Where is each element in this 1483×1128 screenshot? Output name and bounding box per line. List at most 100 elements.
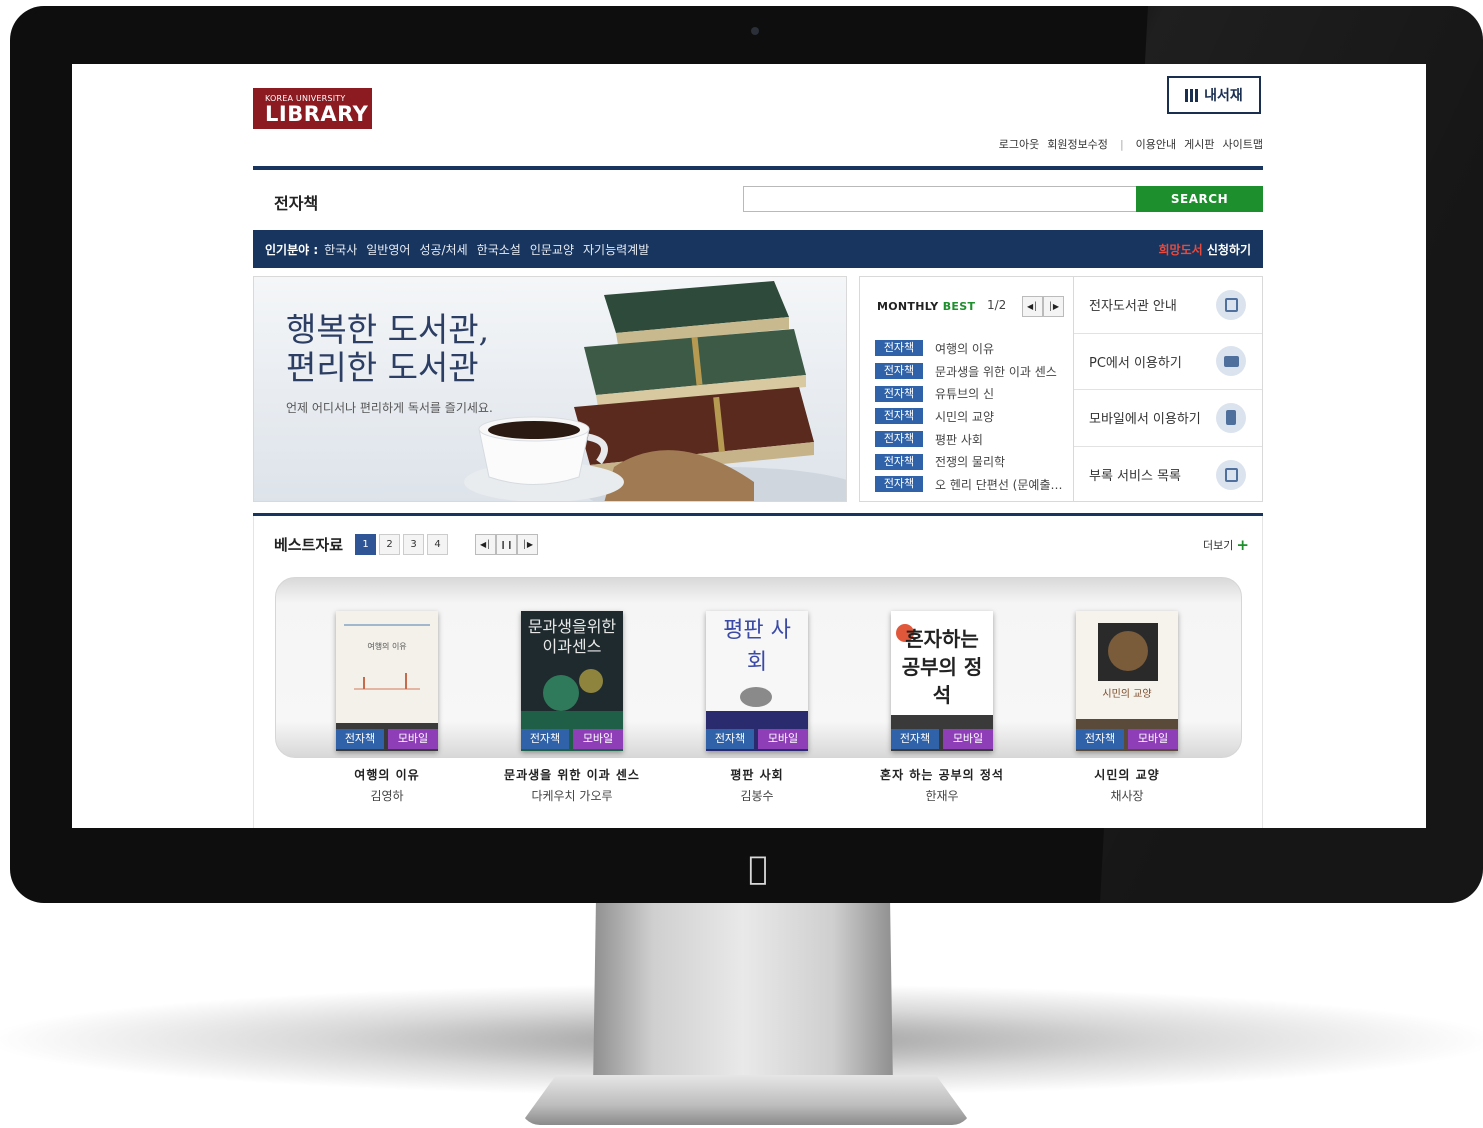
logout-link[interactable]: 로그아웃 [999,136,1039,152]
plus-icon: + [1236,536,1249,554]
popular-topic[interactable]: 한국사 [324,241,357,258]
cover-title: 혼자하는 공부의 정석 [901,627,983,707]
guide-item-label: 전자도서관 안내 [1089,299,1177,315]
main-banner[interactable]: 행복한 도서관, 편리한 도서관 언제 어디서나 편리하게 독서를 즐기세요. [253,276,847,502]
book-author: 채사장 [1110,789,1144,803]
utility-links: 로그아웃 회원정보수정 | 이용안내 게시판 사이트맵 [999,136,1263,152]
ebook-tag: 전자책 [336,729,384,749]
book-title[interactable]: 여행의 이유 [295,766,479,783]
ebook-tag: 전자책 [875,431,923,448]
book-title[interactable]: 혼자 하는 공부의 정석 [850,766,1034,783]
list-item[interactable]: 전자책 여행의 이유 [875,337,1067,360]
guide-item-label: 부록 서비스 목록 [1089,469,1181,485]
book-caption: 문과생을 위한 이과 센스다케우치 가오루 [480,766,664,804]
carousel-controls: ◀│ ❙❙ │▶ [475,534,538,555]
ebook-tag: 전자책 [521,729,569,749]
library-logo[interactable]: KOREA UNIVERSITY LIBRARY [253,88,372,129]
monthly-label: MONTHLY [877,300,943,313]
mobile-tag: 모바일 [388,729,438,749]
list-item[interactable]: 전자책 평판 사회 [875,428,1067,451]
sitemap-link[interactable]: 사이트맵 [1223,136,1263,152]
popular-topic[interactable]: 한국소설 [477,241,521,258]
edit-profile-link[interactable]: 회원정보수정 [1047,136,1108,152]
ebook-tag: 전자책 [875,408,923,425]
board-link[interactable]: 게시판 [1184,136,1214,152]
best-item-title: 시민의 교양 [935,409,995,424]
page-button[interactable]: 4 [427,534,448,555]
mobile-tag: 모바일 [758,729,808,749]
mobile-icon [1216,402,1246,433]
search-button[interactable]: SEARCH [1136,186,1263,212]
monthly-best-nav: ◀│ │▶ [1022,296,1064,317]
book-request-text: 신청하기 [1202,242,1251,257]
my-library-button[interactable]: 내서재 [1167,76,1261,114]
guide-item-mobile[interactable]: 모바일에서 이용하기 [1074,390,1262,447]
banner-title-line1: 행복한 도서관, [286,310,490,349]
banner-title-line2: 편리한 도서관 [286,348,479,387]
best-label: BEST [942,300,976,313]
list-item[interactable]: 전자책 전쟁의 물리학 [875,450,1067,473]
list-item[interactable]: 전자책 시민의 교양 [875,405,1067,428]
more-label: 더보기 [1203,539,1234,552]
popular-topics-bar: 인기분야 : 한국사 일반영어 성공/처세 한국소설 인문교양 자기능력계발 희… [253,230,1263,268]
popular-label: 인기분야 : [265,242,319,257]
page-title: 전자책 [274,194,319,213]
guide-item-pc[interactable]: PC에서 이용하기 [1074,334,1262,390]
apple-logo-icon:  [741,848,775,888]
cover-title: 시민의 교양 [1102,689,1152,700]
popular-topic[interactable]: 인문교양 [530,241,574,258]
list-item[interactable]: 전자책 문과생을 위한 이과 센스 [875,360,1067,383]
search-input[interactable] [743,186,1137,212]
ebook-tag: 전자책 [891,729,939,749]
cover-title: 문과생을위한 이과센스 [527,617,617,656]
more-link[interactable]: 더보기 + [1203,537,1249,553]
guide-panel: 전자도서관 안내 PC에서 이용하기 모바일에서 이용하기 부록 서비스 목록 [1074,276,1263,502]
best-item-title: 평판 사회 [935,432,983,447]
book-author: 김영하 [370,789,404,803]
book-author: 다케우치 가오루 [531,789,613,803]
best-item-title: 여행의 이유 [935,341,995,356]
book-author: 한재우 [925,789,959,803]
next-icon[interactable]: │▶ [517,534,538,555]
best-item-title: 유튜브의 신 [935,387,995,402]
monthly-best-page: 1/2 [987,298,1007,312]
book-request-link[interactable]: 희망도서 신청하기 [1158,241,1251,258]
page-button[interactable]: 1 [355,534,376,555]
ebook-tag: 전자책 [875,340,923,357]
monthly-best-panel: MONTHLY BEST 1/2 ◀│ │▶ 전자책 여행의 이유 전자책 문과생을… [859,276,1074,502]
book-caption: 혼자 하는 공부의 정석한재우 [850,766,1034,804]
my-library-label: 내서재 [1204,88,1243,104]
book-title[interactable]: 문과생을 위한 이과 센스 [480,766,664,783]
list-icon [1216,459,1246,490]
book-tags: 전자책 모바일 [891,729,993,749]
page-button[interactable]: 3 [403,534,424,555]
guide-item-services[interactable]: 부록 서비스 목록 [1074,447,1262,504]
guide-item-library[interactable]: 전자도서관 안내 [1074,277,1262,334]
best-section-title: 베스트자료 [274,536,344,554]
next-icon[interactable]: │▶ [1043,296,1064,317]
monthly-best-title: MONTHLY BEST [877,300,975,313]
book-caption: 평판 사회 김봉수 [665,766,849,804]
guide-link[interactable]: 이용안내 [1136,136,1176,152]
desktop-scene:  KOREA UNIVERSITY LIBRARY 내서재 로그아웃 회원정보… [0,0,1483,1128]
popular-topic[interactable]: 자기능력계발 [583,241,649,258]
separator: | [1119,137,1124,151]
monitor-icon [1216,346,1246,377]
guide-item-label: 모바일에서 이용하기 [1089,412,1201,428]
page-button[interactable]: 2 [379,534,400,555]
mobile-tag: 모바일 [573,729,623,749]
best-item-title: 오 헨리 단편선 (문예출판사) [935,477,1065,492]
pause-icon[interactable]: ❙❙ [496,534,517,555]
list-item[interactable]: 전자책 오 헨리 단편선 (문예출판사) [875,473,1067,496]
book-caption: 여행의 이유김영하 [295,766,479,804]
monthly-best-list: 전자책 여행의 이유 전자책 문과생을 위한 이과 센스 전자책 유튜브의 신 전자책… [875,337,1067,496]
best-item-title: 문과생을 위한 이과 센스 [935,364,1057,379]
ebook-tag: 전자책 [1076,729,1124,749]
popular-topic[interactable]: 성공/처세 [419,241,467,258]
prev-icon[interactable]: ◀│ [1022,296,1043,317]
prev-icon[interactable]: ◀│ [475,534,496,555]
list-item[interactable]: 전자책 유튜브의 신 [875,382,1067,405]
popular-topic[interactable]: 일반영어 [366,241,410,258]
book-title[interactable]: 평판 사회 [665,766,849,783]
book-title[interactable]: 시민의 교양 [1035,766,1219,783]
